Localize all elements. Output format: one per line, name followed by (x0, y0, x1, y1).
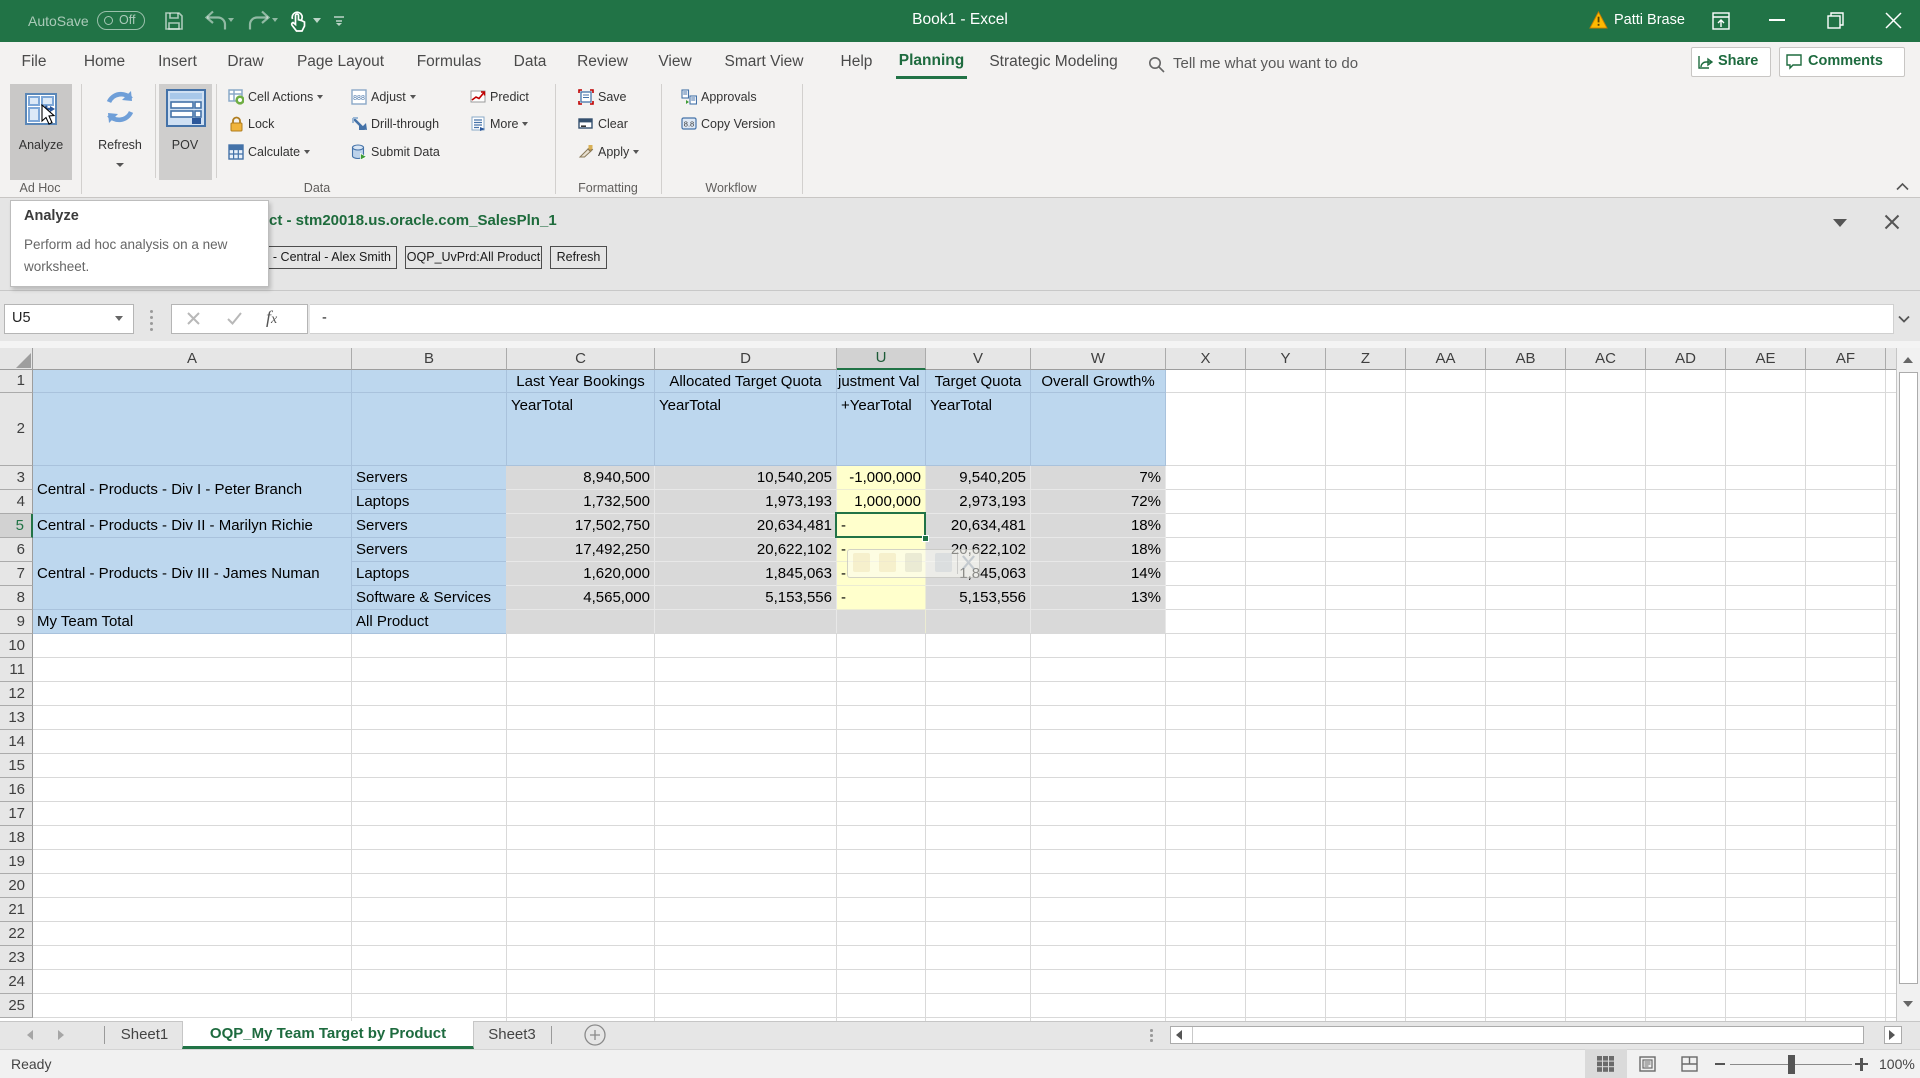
svg-text:888: 888 (353, 95, 365, 102)
svg-text:8.8: 8.8 (684, 120, 694, 129)
